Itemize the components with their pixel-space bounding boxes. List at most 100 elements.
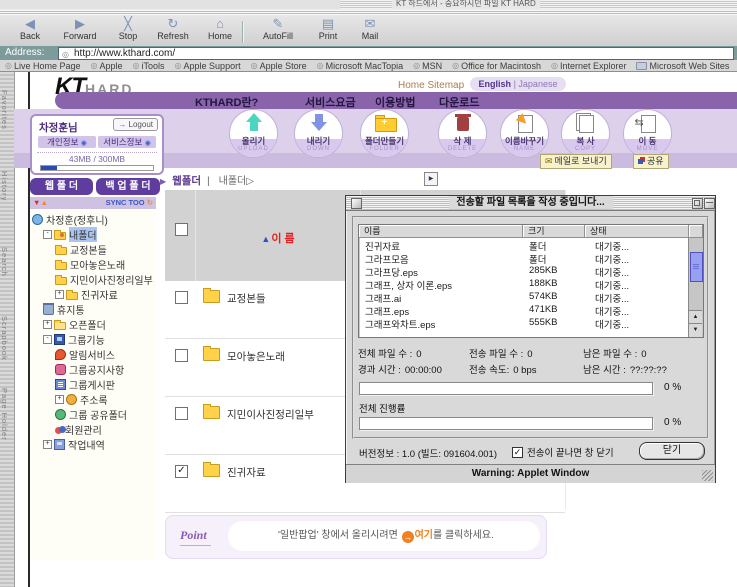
expand-icon[interactable]: ▲ <box>40 198 47 207</box>
favorites-item[interactable]: Apple <box>91 61 123 71</box>
nav-item[interactable]: KTHARD란? <box>195 94 258 110</box>
checked-checkbox[interactable] <box>512 447 523 458</box>
tree-item[interactable]: 모아놓은노래 <box>30 257 156 272</box>
favorites-item[interactable]: iTools <box>133 61 165 71</box>
transfer-file-row[interactable]: 그라프당.eps 285KB 대기중... <box>359 265 689 278</box>
action-button[interactable]: 폴더만들기 FOLDER <box>360 109 409 158</box>
close-when-done-option[interactable]: 전송이 끝나면 창 닫기 <box>512 445 614 459</box>
transfer-file-row[interactable]: 진귀자료 폴더 대기중... <box>359 239 689 252</box>
scrollbar[interactable]: ▲ ▼ <box>688 238 703 337</box>
english-link[interactable]: English <box>479 79 512 89</box>
share-button[interactable]: 공유 <box>633 154 669 169</box>
toolbar-button[interactable]: Refresh <box>148 17 198 45</box>
tree-item[interactable]: + 주소록 <box>30 392 156 407</box>
browser-side-tab[interactable]: History <box>0 148 9 224</box>
folder-name[interactable]: 지민이사진정리일부 <box>227 407 314 422</box>
tree-item[interactable]: 교정본들 <box>30 242 156 257</box>
select-all-checkbox[interactable] <box>175 223 188 236</box>
action-button[interactable]: 올리기 UPLOAD <box>229 109 278 158</box>
tree-item[interactable]: - 그룹기능 <box>30 332 156 347</box>
tree-item[interactable]: + 작업내역 <box>30 437 156 452</box>
favorites-item[interactable]: MSN <box>413 61 442 71</box>
tree-item[interactable]: - 내폴더 <box>30 227 156 242</box>
toolbar-button[interactable]: Stop <box>110 17 146 45</box>
breadcrumb-current[interactable]: 내폴더▷ <box>219 176 254 187</box>
row-checkbox[interactable] <box>175 465 188 478</box>
name-column-header[interactable]: ▲이 름 <box>196 230 360 246</box>
tree-expand-box[interactable]: + <box>55 395 64 404</box>
browser-side-tab[interactable]: Page Holder <box>0 376 9 452</box>
sitemap-link[interactable]: Sitemap <box>427 80 464 91</box>
kthard-logo[interactable]: KTHARD <box>55 73 133 93</box>
toolbar-button[interactable]: Forward <box>54 17 106 45</box>
personal-info-button[interactable]: 개인정보 ◉ <box>38 136 96 148</box>
nav-item[interactable]: 이용방법 <box>375 94 415 110</box>
tree-item[interactable]: 그룹 공유폴더 <box>30 407 156 422</box>
send-by-mail-button[interactable]: ✉메일로 보내기 <box>540 154 612 169</box>
favorites-item[interactable]: Internet Explorer <box>551 61 627 71</box>
folder-name[interactable]: 진귀자료 <box>227 465 266 480</box>
tree-expand-box[interactable]: + <box>43 440 52 449</box>
here-link[interactable]: 여기 <box>415 530 433 541</box>
action-button[interactable]: 내리기 DOWN <box>294 109 343 158</box>
action-button[interactable]: 복 사 COPY <box>561 109 610 158</box>
zoom-box-icon[interactable] <box>692 198 703 209</box>
tree-item[interactable]: 그룹게시판 <box>30 377 156 392</box>
tree-item[interactable]: + 오픈폴더 <box>30 317 156 332</box>
status-column[interactable]: 상태 <box>585 225 689 238</box>
favorites-item[interactable]: Office for Macintosh <box>452 61 541 71</box>
tree-item[interactable]: 차정훈(정후니) <box>30 212 156 227</box>
toolbar-button[interactable]: Home <box>200 17 240 45</box>
collapse-box-icon[interactable] <box>704 198 715 209</box>
favorites-item[interactable]: Live Home Page <box>5 61 81 71</box>
logout-button[interactable]: → Logout <box>113 118 158 131</box>
close-box-icon[interactable] <box>351 198 362 209</box>
toolbar-button[interactable]: Print <box>308 17 348 45</box>
close-button[interactable]: 닫기 <box>639 442 705 460</box>
tree-expand-box[interactable]: - <box>43 230 52 239</box>
address-input[interactable]: ◎ http://www.kthard.com/ <box>58 47 734 60</box>
folder-name[interactable]: 교정본들 <box>227 291 266 306</box>
resize-grip[interactable] <box>702 470 713 481</box>
tree-item[interactable]: 회원관리 <box>30 422 156 437</box>
japanese-link[interactable]: Japanese <box>518 79 557 89</box>
service-info-button[interactable]: 서비스정보 ◉ <box>98 136 156 148</box>
tree-item[interactable]: 지민이사진정리일부 <box>30 272 156 287</box>
tree-expand-box[interactable]: - <box>43 335 52 344</box>
action-button[interactable]: 이 동 MOVE <box>623 109 672 158</box>
transfer-file-row[interactable]: 그래프와차트.eps 555KB 대기중... <box>359 317 689 330</box>
dialog-titlebar[interactable]: 전송할 파일 목록을 작성 중입니다... <box>346 196 715 211</box>
sync-tool-label[interactable]: SYNC TOO ↻ <box>106 197 153 209</box>
toolbar-button[interactable]: Back <box>8 17 52 45</box>
backup-folder-tab[interactable]: 백 업 폴 더 <box>96 178 160 195</box>
favorites-item[interactable]: Microsoft Web Sites <box>636 61 729 71</box>
row-checkbox[interactable] <box>175 407 188 420</box>
size-column[interactable]: 크기 <box>523 225 585 238</box>
row-checkbox[interactable] <box>175 291 188 304</box>
scrollbar-thumb[interactable] <box>690 252 703 282</box>
transfer-file-row[interactable]: 그래프, 상자 이론.eps 188KB 대기중... <box>359 278 689 291</box>
favorites-item[interactable]: Microsoft MacTopia <box>317 61 404 71</box>
scroll-down-icon[interactable]: ▼ <box>689 323 702 337</box>
favorites-item[interactable]: Apple Store <box>251 61 307 71</box>
tree-expand-box[interactable]: + <box>43 320 52 329</box>
tree-item[interactable]: 알림서비스 <box>30 347 156 362</box>
action-button[interactable]: 이름바꾸기 NAME <box>500 109 549 158</box>
tree-item[interactable]: + 진귀자료 <box>30 287 156 302</box>
browser-side-tab[interactable]: Favorites <box>0 72 9 148</box>
nav-item[interactable]: 다운로드 <box>439 94 479 110</box>
breadcrumb-root[interactable]: 웹폴더 <box>172 175 201 187</box>
transfer-file-row[interactable]: 그래프.ai 574KB 대기중... <box>359 291 689 304</box>
collapse-panel-button[interactable]: ▶ <box>424 172 438 186</box>
tree-expand-box[interactable]: + <box>55 290 64 299</box>
web-folder-tab[interactable]: 웹 폴 더 <box>30 178 93 195</box>
toolbar-button[interactable]: Mail <box>350 17 390 45</box>
action-button[interactable]: 삭 제 DELETE <box>438 109 487 158</box>
toolbar-button[interactable]: AutoFill <box>252 17 304 45</box>
tree-item[interactable]: 그룹공지사항 <box>30 362 156 377</box>
home-link[interactable]: Home <box>398 80 425 91</box>
scroll-up-icon[interactable]: ▲ <box>689 310 702 324</box>
transfer-file-row[interactable]: 그래프.eps 471KB 대기중... <box>359 304 689 317</box>
transfer-file-row[interactable]: 그라프모음 폴더 대기중... <box>359 252 689 265</box>
nav-item[interactable]: 서비스요금 <box>305 94 356 110</box>
